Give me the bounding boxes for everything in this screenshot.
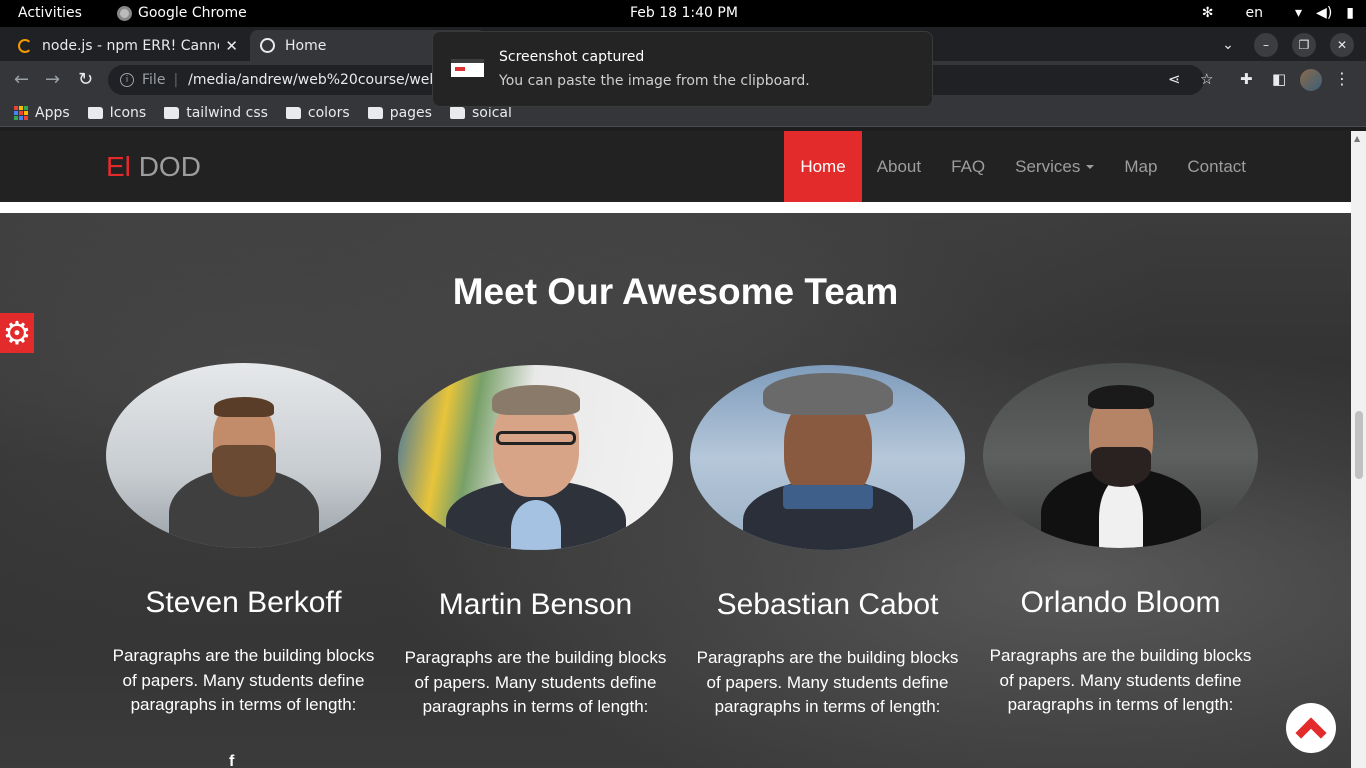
app-name: Google Chrome [138,5,247,21]
member-bio: Paragraphs are the building blocks of pa… [404,648,667,716]
system-tray[interactable]: ✻ en ▾ ◀) ▮ [1202,5,1354,21]
member-name: Martin Benson [438,588,633,621]
member-bio: Paragraphs are the building blocks of pa… [112,646,375,714]
member-photo [398,365,673,550]
nav-home[interactable]: Home [784,131,862,202]
nav-map[interactable]: Map [1109,131,1172,202]
settings-icon[interactable]: ✻ [1202,5,1214,21]
reload-button[interactable]: ↻ [78,69,93,90]
tab-search-icon[interactable]: ⌄ [1216,33,1240,57]
screenshot-thumbnail [451,59,484,77]
caret-down-icon [1086,164,1095,169]
team-member-card: Martin Benson Paragraphs are the buildin… [398,365,673,720]
team-member-card: Orlando Bloom Paragraphs are the buildin… [983,363,1258,718]
site-navbar: El DOD Home About FAQ Services Map Conta… [0,131,1351,202]
member-name: Steven Berkoff [145,586,342,619]
profile-avatar[interactable] [1300,69,1322,91]
language-indicator[interactable]: en [1246,5,1264,21]
notification-body: You can paste the image from the clipboa… [499,73,810,89]
back-to-top-button[interactable] [1286,703,1336,753]
url-separator: | [173,72,179,88]
apps-grid-icon [14,105,28,120]
screenshot-notification[interactable]: Screenshot captured You can paste the im… [432,31,933,107]
bookmark-label: colors [307,104,350,121]
url-text[interactable]: /media/andrew/web%20course/web/Pr [188,72,457,88]
nav-faq[interactable]: FAQ [936,131,1000,202]
close-tab-icon[interactable]: ✕ [225,37,238,55]
scrollbar-thumb[interactable] [1355,411,1363,479]
logo-text: DOD [138,151,201,182]
maximize-button[interactable]: ❐ [1292,33,1316,57]
bookmark-folder-pages[interactable]: pages [367,104,432,121]
more-menu-icon[interactable]: ⋮ [1334,69,1350,88]
nav-contact[interactable]: Contact [1172,131,1261,202]
site-logo[interactable]: El DOD [106,151,201,183]
wifi-icon[interactable]: ▾ [1295,5,1302,21]
member-bio: Paragraphs are the building blocks of pa… [989,646,1252,714]
bookmark-label: pages [389,104,432,121]
app-menu[interactable]: Google Chrome [117,5,247,21]
web-page: El DOD Home About FAQ Services Map Conta… [0,131,1351,768]
notification-title: Screenshot captured [499,49,645,65]
window-controls: ⌄ – ❐ ✕ [1216,33,1354,57]
activities-button[interactable]: Activities [18,5,82,21]
clock[interactable]: Feb 18 1:40 PM [630,5,738,21]
tab-title: node.js - npm ERR! Cannot [42,37,220,54]
team-section: ⚙ Meet Our Awesome Team Steven Berkoff P… [0,213,1351,768]
share-icon[interactable]: ⋖ [1168,70,1181,88]
team-member-card: Steven Berkoff Paragraphs are the buildi… [106,363,381,718]
member-bio: Paragraphs are the building blocks of pa… [696,648,959,716]
minimize-button[interactable]: – [1254,33,1278,57]
member-name: Sebastian Cabot [716,588,939,621]
extensions-icon[interactable]: ✚ [1240,70,1253,88]
scroll-up-arrow-icon[interactable]: ▲ [1354,134,1360,143]
url-scheme: File [142,72,166,88]
info-icon[interactable]: i [120,73,134,87]
close-window-button[interactable]: ✕ [1330,33,1354,57]
member-photo [983,363,1258,548]
section-title: Meet Our Awesome Team [452,271,899,312]
side-panel-icon[interactable]: ◧ [1272,70,1286,88]
bookmark-folder-tailwind[interactable]: tailwind css [164,105,268,121]
folder-icon [367,106,383,119]
chevron-up-icon [1295,717,1327,749]
folder-icon [87,106,103,119]
folder-icon [449,106,465,119]
tab-npm[interactable]: node.js - npm ERR! Cannot ✕ [8,30,248,61]
chrome-icon [117,5,132,21]
facebook-icon[interactable]: f [229,753,234,768]
gear-icon[interactable]: ⚙ [0,313,34,353]
page-scrollbar[interactable]: ▲ [1351,131,1366,768]
bookmark-folder-colors[interactable]: colors [285,104,350,121]
nav-services-label: Services [1015,156,1081,176]
nav-about[interactable]: About [862,131,936,202]
globe-icon [260,38,275,53]
volume-icon[interactable]: ◀) [1316,5,1332,21]
folder-icon [285,106,301,119]
bookmark-label: Apps [35,104,70,121]
member-photo [106,363,381,548]
forward-button[interactable]: → [45,69,60,90]
logo-accent: El [106,151,131,182]
member-photo [690,365,965,550]
bookmark-folder-icons[interactable]: Icons [87,104,147,121]
member-name: Orlando Bloom [1020,586,1221,619]
battery-icon[interactable]: ▮ [1346,5,1354,21]
bookmark-star-icon[interactable]: ☆ [1200,70,1213,88]
nav-links: Home About FAQ Services Map Contact [784,131,1261,202]
nav-services[interactable]: Services [1000,131,1109,202]
folder-icon [164,106,180,119]
bookmark-label: Icons [109,104,147,121]
team-member-card: Sebastian Cabot Paragraphs are the build… [690,365,965,720]
bookmark-apps[interactable]: Apps [14,105,70,121]
back-button[interactable]: ← [14,69,29,90]
system-top-bar: Activities Google Chrome Feb 18 1:40 PM … [0,0,1366,27]
loading-spinner-icon [18,38,32,53]
bookmark-label: tailwind css [186,104,268,121]
